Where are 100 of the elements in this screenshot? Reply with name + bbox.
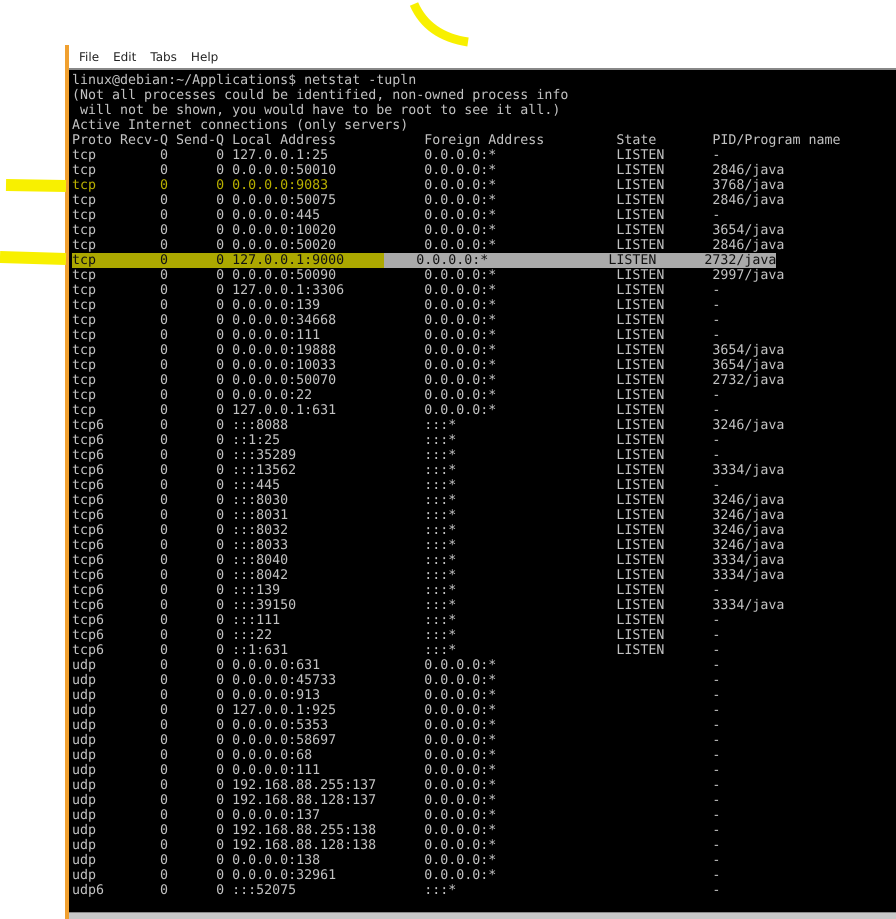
table-cell-text: LISTEN xyxy=(616,493,666,508)
table-cell-text: :::* xyxy=(424,508,458,523)
table-cell-text: tcp xyxy=(72,223,98,238)
table-cell-text: ::1:631 xyxy=(232,643,290,658)
menu-item[interactable]: Help xyxy=(190,48,218,68)
table-cell-text: 0.0.0.0:* xyxy=(424,163,498,178)
command-line: linux@debian:~/Applications$ netstat -tupln xyxy=(72,73,418,88)
table-cell: - xyxy=(712,328,720,343)
table-cell-text: udp xyxy=(72,718,98,733)
table-cell: 0 xyxy=(168,253,224,268)
table-cell-text: tcp6 xyxy=(72,568,106,583)
table-cell-text: 0.0.0.0:* xyxy=(424,688,498,703)
table-cell-text: 0.0.0.0:913 xyxy=(232,688,322,703)
table-cell-text: tcp xyxy=(72,358,98,373)
table-cell: 3246/java xyxy=(712,493,784,508)
table-cell-text: 0.0.0.0:9083 xyxy=(232,178,330,193)
output-line: (Not all processes could be identified, non-owned process info xyxy=(72,88,570,103)
table-cell-text: 0 xyxy=(159,163,168,178)
table-cell-text: 0 xyxy=(159,718,168,733)
table-cell-text: 0 xyxy=(159,208,168,223)
menu-item[interactable]: File xyxy=(79,48,100,68)
table-cell-text: 0 xyxy=(215,703,224,718)
table-cell-text: 0 xyxy=(215,733,224,748)
table-cell-text: :::8040 xyxy=(232,553,290,568)
table-cell-text: 0.0.0.0:* xyxy=(424,838,498,853)
table-cell-text: :::* xyxy=(424,523,458,538)
table-cell-text: 0.0.0.0:* xyxy=(424,868,498,883)
table-cell: 2846/java xyxy=(712,193,784,208)
table-cell-text: LISTEN xyxy=(616,583,666,598)
table-cell: - xyxy=(712,718,720,733)
table-cell-text: :::* xyxy=(424,883,458,898)
table-cell: 2846/java xyxy=(712,163,784,178)
table-cell-text: 0.0.0.0:10020 xyxy=(232,223,338,238)
table-cell-text: tcp xyxy=(72,163,98,178)
table-cell-text: LISTEN xyxy=(616,328,666,343)
table-cell-text: 0 xyxy=(215,478,224,493)
table-cell-text: udp xyxy=(72,763,98,778)
table-cell: 2732/java xyxy=(704,253,776,268)
table-cell-text: tcp6 xyxy=(72,628,106,643)
table-cell-text: tcp xyxy=(72,193,98,208)
table-cell: 2732/java xyxy=(712,373,784,388)
table-cell: - xyxy=(712,853,720,868)
table-cell-text: 0 xyxy=(215,328,224,343)
table-cell-text: 0 xyxy=(159,643,168,658)
table-cell-text: LISTEN xyxy=(616,238,666,253)
table-cell-text: 0.0.0.0:* xyxy=(424,673,498,688)
table-cell-text: 0 xyxy=(159,883,168,898)
table-cell-text: 0.0.0.0:* xyxy=(424,823,498,838)
column-header: PID/Program name xyxy=(712,133,840,148)
table-cell-text: 0.0.0.0:* xyxy=(424,343,498,358)
table-cell-text: 0 xyxy=(215,313,224,328)
table-cell: - xyxy=(712,313,720,328)
table-cell-text: LISTEN xyxy=(616,433,666,448)
table-cell-text: 0 xyxy=(159,478,168,493)
table-cell-text: 0 xyxy=(215,178,224,193)
table-cell-text: :::* xyxy=(424,643,458,658)
table-cell-text: ::1:25 xyxy=(232,433,282,448)
table-cell-text: 0 xyxy=(215,493,224,508)
table-cell-text: tcp6 xyxy=(72,433,106,448)
table-cell-text: 0 xyxy=(159,838,168,853)
table-cell: 0 xyxy=(112,253,168,268)
menu-item[interactable]: Tabs xyxy=(150,48,177,68)
table-cell-text: 0 xyxy=(159,313,168,328)
table-cell: 3246/java xyxy=(712,523,784,538)
table-cell-text: 0.0.0.0:631 xyxy=(232,658,322,673)
table-cell-text: 0 xyxy=(159,868,168,883)
table-cell-text: 0 xyxy=(159,298,168,313)
table-cell-text: 0 xyxy=(215,523,224,538)
table-cell-text: 0.0.0.0:* xyxy=(424,658,498,673)
table-cell-text: :::8088 xyxy=(232,418,290,433)
table-cell: - xyxy=(712,643,720,658)
table-cell: tcp xyxy=(72,253,112,268)
table-cell-text: 0 xyxy=(159,358,168,373)
table-cell-text: LISTEN xyxy=(616,358,666,373)
table-cell-text: 0 xyxy=(215,463,224,478)
table-cell-text: udp xyxy=(72,793,98,808)
table-cell-text: 0 xyxy=(215,433,224,448)
output-line: Active Internet connections (only servers) xyxy=(72,118,410,133)
table-cell-text: LISTEN xyxy=(616,418,666,433)
table-cell-text: 0.0.0.0:* xyxy=(424,268,498,283)
table-cell-text: 0 xyxy=(215,643,224,658)
table-cell-text: tcp6 xyxy=(72,493,106,508)
table-cell: - xyxy=(712,613,720,628)
table-cell-text: LISTEN xyxy=(616,343,666,358)
table-cell-text: LISTEN xyxy=(608,253,658,268)
table-cell-text: 0 xyxy=(159,673,168,688)
table-cell-text: 0 xyxy=(215,208,224,223)
table-cell: 3334/java xyxy=(712,598,784,613)
table-cell-text: :::* xyxy=(424,493,458,508)
table-cell-text: :::* xyxy=(424,613,458,628)
table-cell-text: 0.0.0.0:139 xyxy=(232,298,322,313)
table-cell-text: :::39150 xyxy=(232,598,298,613)
table-cell-text: tcp xyxy=(72,313,98,328)
table-cell: - xyxy=(712,838,720,853)
table-cell-text: LISTEN xyxy=(616,568,666,583)
table-cell-text: 0 xyxy=(159,508,168,523)
menu-item[interactable]: Edit xyxy=(113,48,136,68)
table-cell-text: 0 xyxy=(215,868,224,883)
table-cell: - xyxy=(712,868,720,883)
table-cell-text: LISTEN xyxy=(616,598,666,613)
